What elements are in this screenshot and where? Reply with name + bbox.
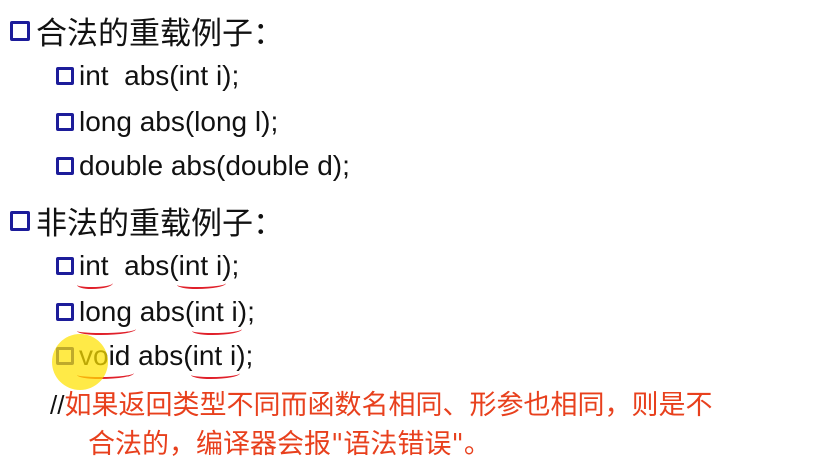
return-type-underlined: long xyxy=(77,296,136,335)
legal-item-text: double abs(double d); xyxy=(79,150,350,181)
illegal-heading: 非法的重载例子： xyxy=(10,198,284,243)
hollow-square-bullet-icon xyxy=(56,347,74,365)
illegal-heading-text: 非法的重载例子： xyxy=(36,206,284,242)
function-name: abs( xyxy=(131,296,195,327)
hollow-square-bullet-icon xyxy=(10,210,30,231)
params-underlined: int i xyxy=(192,296,242,335)
return-type-underlined: int xyxy=(77,250,113,289)
slide: 合法的重载例子： int abs(int i); long abs(long l… xyxy=(0,0,825,471)
hollow-square-bullet-icon xyxy=(56,113,74,131)
illegal-item: int abs(int i); xyxy=(56,250,240,289)
hollow-square-bullet-icon xyxy=(10,20,30,41)
legal-item-text: int abs(int i); xyxy=(79,60,240,91)
illegal-item: void abs(int i); xyxy=(56,340,254,379)
legal-item: int abs(int i); xyxy=(56,60,239,92)
note-line-1: 如果返回类型不同而函数名相同、形参也相同，则是不 xyxy=(64,390,713,421)
hollow-square-bullet-icon xyxy=(56,67,74,85)
function-name: abs( xyxy=(108,250,179,281)
legal-item-text: long abs(long l); xyxy=(79,106,279,137)
note-comment: //如果返回类型不同而函数名相同、形参也相同，则是不 合法的，编译器会报"语法错… xyxy=(50,386,820,464)
note-line-2: 合法的，编译器会报"语法错误"。 xyxy=(88,429,491,460)
legal-item: long abs(long l); xyxy=(56,106,278,138)
legal-item: double abs(double d); xyxy=(56,150,350,182)
hollow-square-bullet-icon xyxy=(56,157,74,175)
illegal-item: long abs(int i); xyxy=(56,296,255,335)
params-underlined: int i xyxy=(176,250,226,289)
function-name: abs( xyxy=(130,340,193,371)
statement-end: ); xyxy=(222,250,240,281)
params-underlined: int i xyxy=(190,340,240,379)
hollow-square-bullet-icon xyxy=(56,303,74,321)
statement-end: ); xyxy=(236,340,254,371)
hollow-square-bullet-icon xyxy=(56,257,74,275)
legal-heading: 合法的重载例子： xyxy=(10,8,284,53)
return-type-underlined: void xyxy=(76,340,135,379)
statement-end: ); xyxy=(237,296,255,327)
comment-slashes: // xyxy=(50,390,65,420)
legal-heading-text: 合法的重载例子： xyxy=(36,16,284,52)
